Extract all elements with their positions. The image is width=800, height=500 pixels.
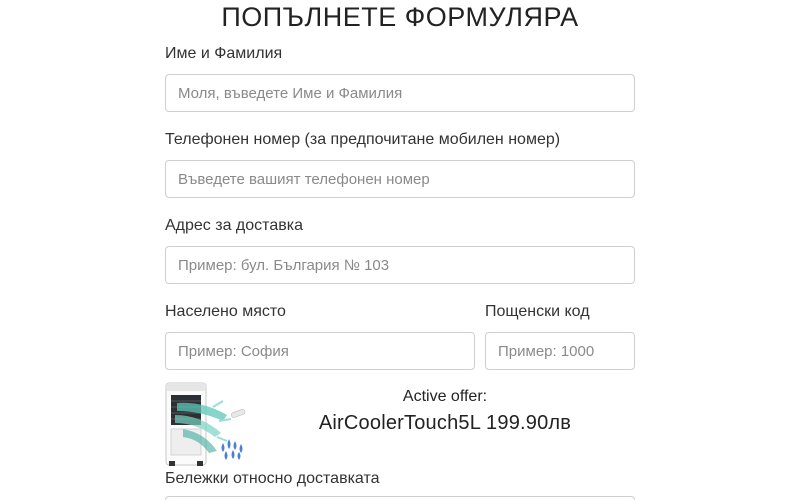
notes-label: Бележки относно доставката bbox=[165, 470, 380, 487]
postcode-label: Пощенски код bbox=[485, 303, 590, 320]
notes-textarea[interactable] bbox=[165, 496, 635, 500]
order-form-page: ПОПЪЛНЕТЕ ФОРМУЛЯРА Име и Фамилия Телефо… bbox=[0, 0, 800, 500]
active-offer-product: AirCoolerTouch5L 199.90лв bbox=[318, 412, 572, 434]
city-label: Населено място bbox=[165, 303, 286, 320]
phone-label: Телефонен номер (за предпочитане мобилен… bbox=[165, 131, 561, 148]
active-offer-caption: Active offer: bbox=[402, 388, 488, 405]
city-input[interactable] bbox=[165, 332, 475, 370]
address-label: Адрес за доставка bbox=[165, 217, 303, 234]
air-cooler-product-image bbox=[165, 382, 246, 466]
address-input[interactable] bbox=[165, 246, 635, 284]
form-title: ПОПЪЛНЕТЕ ФОРМУЛЯРА bbox=[221, 2, 579, 32]
name-input[interactable] bbox=[165, 74, 635, 112]
active-offer: Active offer: AirCoolerTouch5L 199.90лв bbox=[300, 387, 590, 437]
phone-input[interactable] bbox=[165, 160, 635, 198]
postcode-input[interactable] bbox=[485, 332, 635, 370]
name-label: Име и Фамилия bbox=[165, 45, 283, 62]
